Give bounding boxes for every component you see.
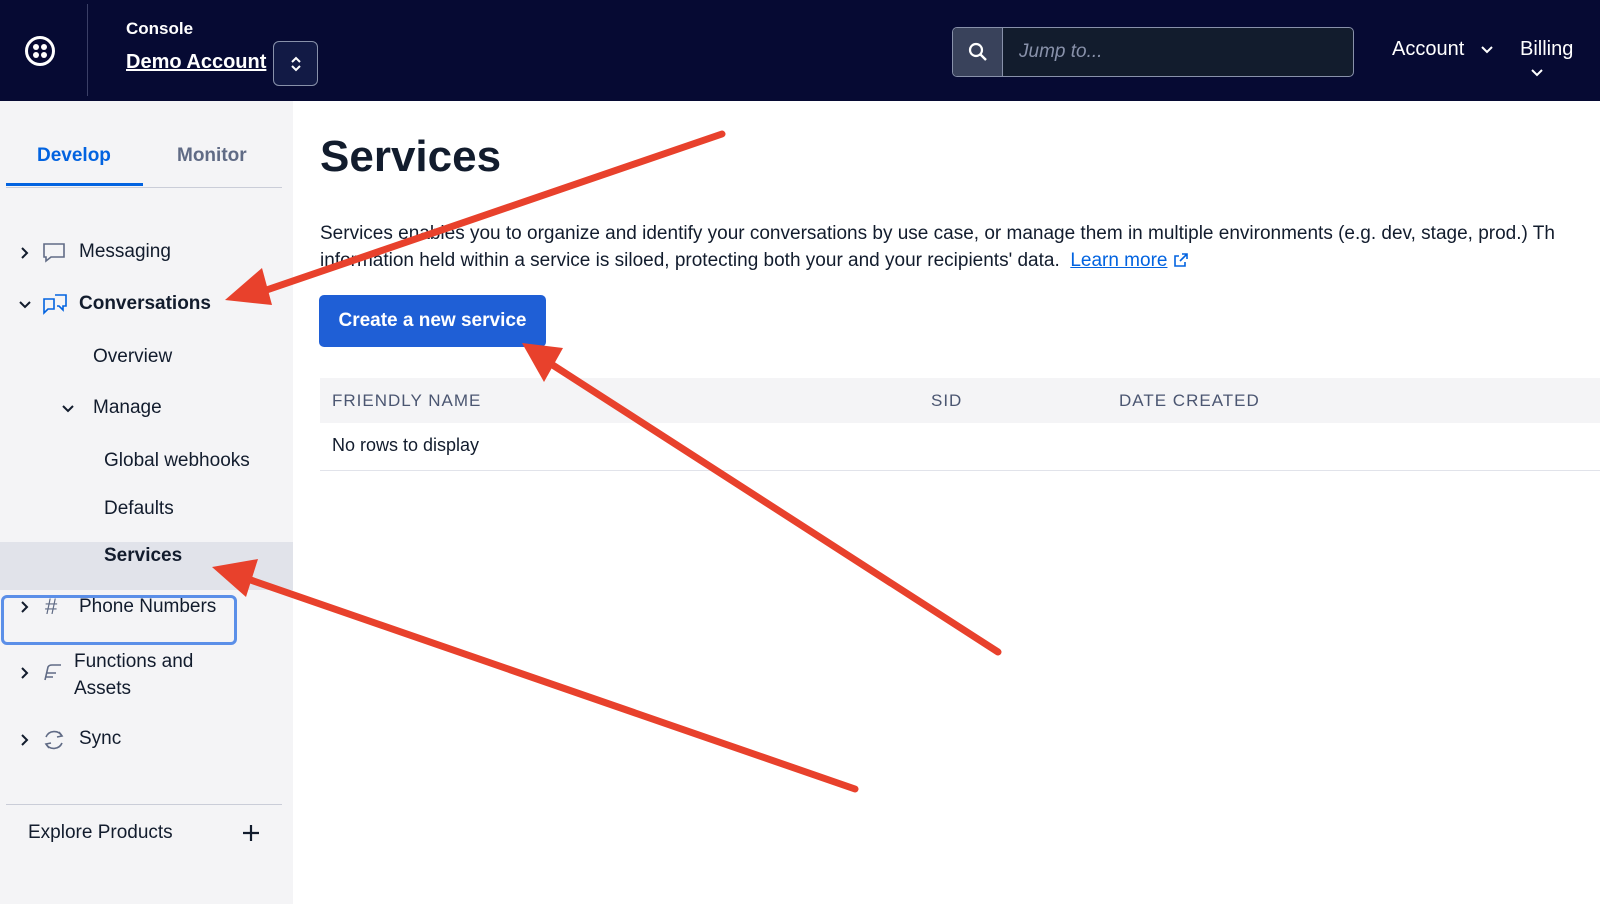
account-switcher-button[interactable]: [273, 41, 318, 86]
create-service-button[interactable]: Create a new service: [319, 295, 546, 347]
column-header-date-created[interactable]: DATE CREATED: [1119, 391, 1260, 411]
chevron-right-icon[interactable]: [20, 666, 30, 680]
sidebar-item-global-webhooks[interactable]: Global webhooks: [104, 450, 250, 472]
tab-monitor[interactable]: Monitor: [177, 145, 247, 167]
search-input[interactable]: [1003, 28, 1353, 76]
sidebar: Develop Monitor Messaging Conversations …: [0, 101, 293, 904]
search-icon[interactable]: [953, 28, 1003, 76]
sidebar-item-phone-numbers[interactable]: Phone Numbers: [79, 596, 216, 618]
external-link-icon[interactable]: [1173, 252, 1189, 268]
conversations-icon: [43, 294, 67, 315]
billing-menu[interactable]: Billing: [1520, 38, 1600, 84]
table-header: FRIENDLY NAME SID DATE CREATED: [320, 378, 1600, 423]
column-header-sid[interactable]: SID: [931, 391, 962, 411]
chevron-down-icon: [1481, 46, 1493, 54]
sidebar-item-overview[interactable]: Overview: [93, 346, 172, 368]
column-header-friendly-name[interactable]: FRIENDLY NAME: [332, 391, 481, 411]
account-name-link[interactable]: Demo Account: [126, 51, 266, 74]
chat-bubble-icon: [43, 243, 65, 263]
chevron-up-down-icon: [291, 56, 301, 72]
twilio-logo-icon[interactable]: [25, 36, 55, 66]
description-text: information held within a service is sil…: [320, 250, 1060, 271]
explore-products-link[interactable]: Explore Products: [28, 822, 173, 844]
description-line: Services enables you to organize and ide…: [320, 223, 1555, 244]
sidebar-item-services[interactable]: Services: [104, 545, 182, 567]
top-navigation-bar: Console Demo Account Account Billing: [0, 0, 1600, 101]
tab-develop[interactable]: Develop: [37, 145, 111, 167]
sidebar-item-conversations[interactable]: Conversations: [79, 293, 211, 315]
plus-icon[interactable]: [242, 824, 260, 842]
annotation-arrow: [212, 559, 859, 793]
account-menu-label: Account: [1392, 38, 1465, 60]
page-title: Services: [320, 132, 502, 181]
chevron-down-icon: [1531, 69, 1543, 77]
chevron-right-icon[interactable]: [20, 246, 30, 260]
chevron-down-icon[interactable]: [61, 404, 75, 414]
sync-icon: [44, 730, 64, 750]
divider: [6, 187, 282, 188]
learn-more-link[interactable]: Learn more: [1070, 250, 1167, 271]
table-row: No rows to display: [320, 423, 1600, 471]
console-label: Console: [126, 19, 194, 38]
sidebar-item-functions-and-assets[interactable]: Functions and Assets: [74, 648, 193, 702]
sidebar-item-messaging[interactable]: Messaging: [79, 241, 171, 263]
sidebar-item-sync[interactable]: Sync: [79, 728, 121, 750]
divider: [87, 4, 88, 96]
jump-to-search[interactable]: [952, 27, 1354, 77]
sidebar-item-label: Assets: [74, 678, 132, 699]
functions-icon: [44, 664, 61, 681]
sidebar-item-label: Functions and: [74, 651, 194, 672]
page-description: Services enables you to organize and ide…: [320, 220, 1600, 274]
description-line: information held within a service is sil…: [320, 247, 1600, 274]
sidebar-item-manage[interactable]: Manage: [93, 397, 162, 419]
divider: [6, 804, 282, 805]
chevron-right-icon[interactable]: [20, 600, 30, 614]
account-menu[interactable]: Account: [1392, 38, 1494, 61]
chevron-down-icon[interactable]: [18, 300, 32, 310]
empty-table-message: No rows to display: [332, 435, 480, 455]
active-tab-indicator: [6, 183, 143, 186]
chevron-right-icon[interactable]: [20, 733, 30, 747]
hash-icon: #: [45, 594, 58, 619]
billing-menu-label: Billing: [1520, 38, 1574, 60]
sidebar-item-defaults[interactable]: Defaults: [104, 498, 174, 520]
